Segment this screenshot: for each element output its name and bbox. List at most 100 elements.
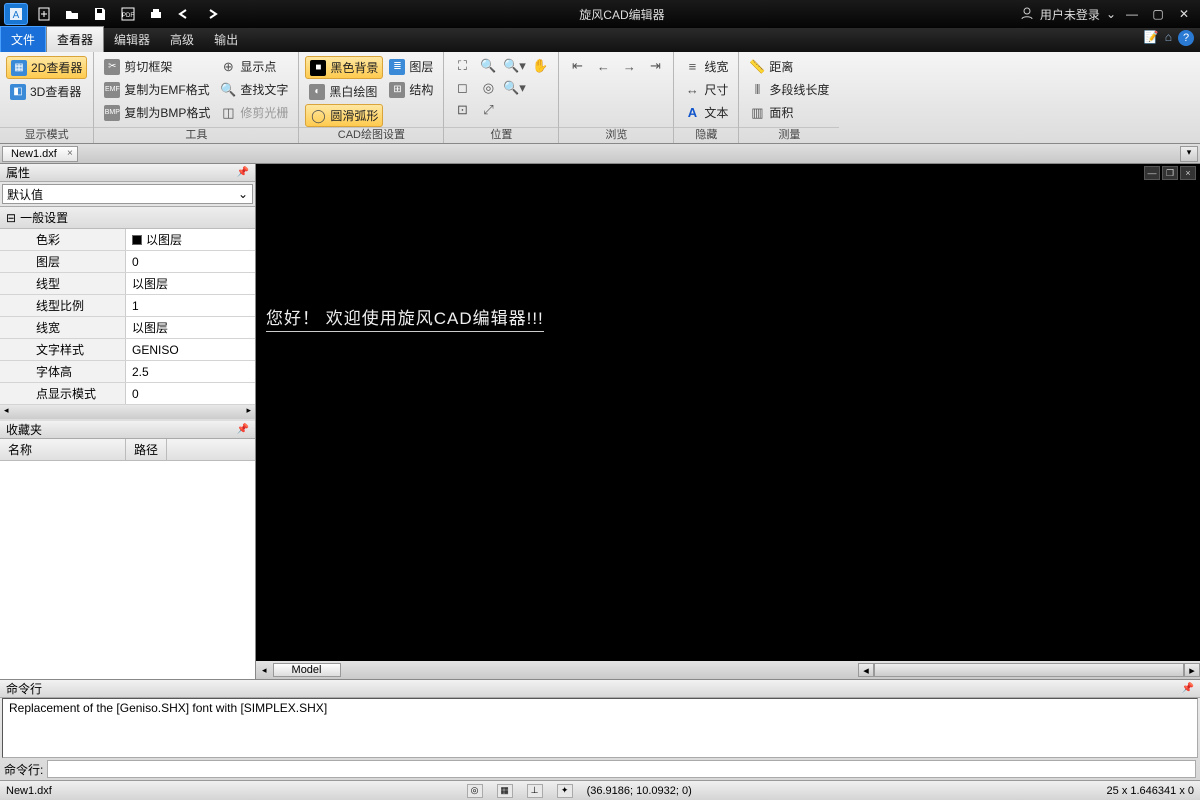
favorites-panel: 名称 路径 <box>0 439 255 679</box>
command-input[interactable] <box>47 760 1196 778</box>
model-tab-prev-icon[interactable]: ◂ <box>262 665 267 676</box>
viewer-3d-button[interactable]: ◧3D查看器 <box>6 81 87 102</box>
status-ortho-icon[interactable]: ⊥ <box>527 784 543 798</box>
bw-plot-button[interactable]: ◐黑白绘图 <box>305 81 383 102</box>
ribbon-group-tools: ✂剪切框架 EMF复制为EMF格式 BMP复制为BMP格式 ⊕显示点 🔍查找文字… <box>94 52 299 143</box>
property-row-textheight[interactable]: 字体高2.5 <box>0 361 255 383</box>
menu-viewer[interactable]: 查看器 <box>46 26 104 52</box>
property-row-ltscale[interactable]: 线型比例1 <box>0 295 255 317</box>
show-point-button[interactable]: ⊕显示点 <box>216 56 292 77</box>
hscroll-track[interactable] <box>874 663 1184 677</box>
new-icon[interactable] <box>32 3 56 25</box>
document-tab[interactable]: New1.dxf× <box>2 146 78 162</box>
measure-polylen-button[interactable]: ⫴多段线长度 <box>745 79 833 100</box>
app-icon[interactable]: A <box>4 3 28 25</box>
status-polar-icon[interactable]: ✦ <box>557 784 573 798</box>
layers-label: 图层 <box>409 58 433 75</box>
notes-icon[interactable]: 📝 <box>1144 30 1159 46</box>
help-icon[interactable]: ? <box>1178 30 1194 46</box>
model-tab[interactable]: Model <box>273 663 341 677</box>
browse-back-button: ⇤ <box>565 56 589 76</box>
zoom-all-button[interactable]: ⊡ <box>450 100 474 120</box>
status-scale: 25 x 1.646341 x 0 <box>1107 785 1194 797</box>
hide-text-button[interactable]: A文本 <box>680 102 732 123</box>
property-row-linetype[interactable]: 线型以图层 <box>0 273 255 295</box>
drawing-canvas[interactable]: 您好！ 欢迎使用旋风CAD编辑器!!! <box>256 164 1200 661</box>
property-row-textstyle[interactable]: 文字样式GENISO <box>0 339 255 361</box>
undo-icon[interactable] <box>172 3 196 25</box>
zoom-fit-button[interactable]: 🔍 <box>476 56 500 76</box>
close-button[interactable]: ✕ <box>1174 5 1194 23</box>
hide-dimension-button[interactable]: ↔尺寸 <box>680 79 732 100</box>
welcome-text: 您好！ 欢迎使用旋风CAD编辑器!!! <box>266 304 544 332</box>
pin-icon[interactable]: 📌 <box>237 167 249 178</box>
chevron-down-icon[interactable]: ⌄ <box>1106 7 1116 21</box>
print-icon[interactable] <box>144 3 168 25</box>
hide-lineweight-button[interactable]: ≡线宽 <box>680 56 732 77</box>
menu-editor[interactable]: 编辑器 <box>104 27 160 52</box>
zoom-out-button[interactable]: 🔍▾ <box>502 78 526 98</box>
property-scrollbar[interactable]: ◂▸ <box>0 405 255 419</box>
zoom-extents-button[interactable]: ⛶ <box>450 56 474 76</box>
copy-bmp-button[interactable]: BMP复制为BMP格式 <box>100 102 214 123</box>
viewer-2d-button[interactable]: ▦2D查看器 <box>6 56 87 79</box>
home-icon[interactable]: ⌂ <box>1165 30 1172 46</box>
user-icon <box>1020 6 1034 23</box>
zoom-realtime-button[interactable]: ⤢ <box>476 100 500 120</box>
pdf-icon[interactable]: PDF <box>116 3 140 25</box>
property-row-color[interactable]: 色彩以图层 <box>0 229 255 251</box>
hscroll-left[interactable]: ◂ <box>858 663 874 677</box>
favorites-col-name[interactable]: 名称 <box>0 439 126 460</box>
open-icon[interactable] <box>60 3 84 25</box>
property-row-pointmode[interactable]: 点显示模式0 <box>0 383 255 405</box>
prop-value: 2.5 <box>126 361 255 382</box>
ribbon-group-label: 浏览 <box>559 127 673 143</box>
prop-value: 0 <box>126 251 255 272</box>
status-snap-icon[interactable]: ◎ <box>467 784 483 798</box>
hscroll-right[interactable]: ▸ <box>1184 663 1200 677</box>
ribbon-group-label: CAD绘图设置 <box>299 127 443 143</box>
status-coords: (36.9186; 10.0932; 0) <box>587 785 692 797</box>
save-icon[interactable] <box>88 3 112 25</box>
ribbon-group-label: 工具 <box>94 127 298 143</box>
copy-emf-button[interactable]: EMF复制为EMF格式 <box>100 79 214 100</box>
user-status[interactable]: 用户未登录 <box>1040 6 1100 23</box>
black-bg-button[interactable]: ■黑色背景 <box>305 56 383 79</box>
status-grid-icon[interactable]: ▦ <box>497 784 513 798</box>
close-icon[interactable]: × <box>67 148 73 159</box>
properties-title-label: 属性 <box>6 164 30 181</box>
measure-distance-button[interactable]: 📏距离 <box>745 56 833 77</box>
menu-advanced[interactable]: 高级 <box>160 27 204 52</box>
minimize-button[interactable]: — <box>1122 5 1142 23</box>
prop-key: 线型 <box>0 273 126 294</box>
find-text-button[interactable]: 🔍查找文字 <box>216 79 292 100</box>
ribbon-group-hide: ≡线宽 ↔尺寸 A文本 隐藏 <box>674 52 739 143</box>
smooth-arc-button[interactable]: ◯圆滑弧形 <box>305 104 383 127</box>
properties-default-combo[interactable]: 默认值⌄ <box>2 184 253 204</box>
property-row-lineweight[interactable]: 线宽以图层 <box>0 317 255 339</box>
canvas-area: — ❐ × 您好！ 欢迎使用旋风CAD编辑器!!! ◂ Model ◂ ▸ <box>256 164 1200 679</box>
redo-icon[interactable] <box>200 3 224 25</box>
menu-file[interactable]: 文件 <box>0 26 46 52</box>
layers-button[interactable]: ≣图层 <box>385 56 437 77</box>
structure-button[interactable]: ⊞结构 <box>385 79 437 100</box>
tabs-dropdown[interactable]: ▾ <box>1180 146 1198 162</box>
crop-button[interactable]: ✂剪切框架 <box>100 56 214 77</box>
pan-button[interactable]: ✋ <box>528 56 552 76</box>
ribbon-group-display-mode: ▦2D查看器 ◧3D查看器 显示模式 <box>0 52 94 143</box>
pin-icon[interactable]: 📌 <box>237 424 249 435</box>
property-section-general[interactable]: ⊟一般设置 <box>0 207 255 229</box>
prop-key: 图层 <box>0 251 126 272</box>
zoom-window-button[interactable]: ◻ <box>450 78 474 98</box>
measure-area-button[interactable]: ▥面积 <box>745 102 833 123</box>
pin-icon[interactable]: 📌 <box>1182 683 1194 694</box>
zoom-center-button[interactable]: ◎ <box>476 78 500 98</box>
favorites-title-label: 收藏夹 <box>6 421 42 438</box>
property-row-layer[interactable]: 图层0 <box>0 251 255 273</box>
prop-value: 1 <box>126 295 255 316</box>
favorites-col-path[interactable]: 路径 <box>126 439 167 460</box>
menu-output[interactable]: 输出 <box>204 27 248 52</box>
zoom-in-button[interactable]: 🔍▾ <box>502 56 526 76</box>
maximize-button[interactable]: ▢ <box>1148 5 1168 23</box>
svg-text:PDF: PDF <box>122 13 134 19</box>
